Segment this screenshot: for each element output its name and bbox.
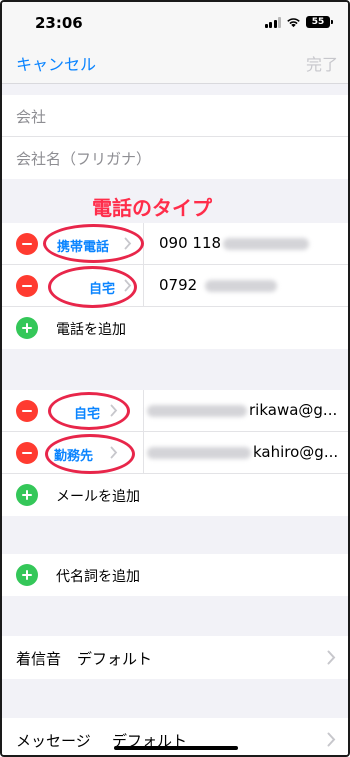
annotation-title: 電話のタイプ <box>92 196 212 220</box>
phone-number-field[interactable]: 090 118 <box>159 234 310 252</box>
ringtone-label: 着信音 <box>16 650 62 668</box>
delete-email-button[interactable] <box>16 400 38 422</box>
add-email-icon <box>16 484 38 506</box>
email-group: 自宅 rikawa@g... 勤務先 kahiro@g... メールを追加 <box>2 390 348 516</box>
phone-number-field[interactable]: 0792 <box>159 276 278 294</box>
email-row: 勤務先 kahiro@g... <box>2 432 348 474</box>
message-tone-group: メッセージ デフォルト <box>2 718 348 755</box>
phone-row: 携帯電話 090 118 <box>2 223 348 265</box>
ringtone-row[interactable]: 着信音 デフォルト <box>2 636 348 679</box>
ringtone-value: デフォルト <box>77 650 153 668</box>
chevron-right-icon <box>110 446 118 459</box>
company-group: 会社 会社名（フリガナ） <box>2 95 348 179</box>
phone-type-label[interactable]: 携帯電話 <box>57 236 109 255</box>
divider <box>143 265 144 307</box>
redacted-text <box>223 237 310 250</box>
chevron-right-icon <box>124 237 132 250</box>
divider <box>143 223 144 265</box>
redacted-text <box>147 404 247 417</box>
redacted-text <box>147 446 251 459</box>
add-phone-row[interactable]: 電話を追加 <box>2 307 348 349</box>
company-kana-field[interactable]: 会社名（フリガナ） <box>2 137 348 179</box>
cancel-button[interactable]: キャンセル <box>16 51 96 75</box>
message-tone-row[interactable]: メッセージ デフォルト <box>2 718 348 755</box>
ringtone-group: 着信音 デフォルト <box>2 636 348 679</box>
status-icons: 55 <box>264 16 333 28</box>
chevron-right-icon <box>110 404 118 417</box>
battery-icon: 55 <box>306 16 333 28</box>
phone-group: 携帯電話 090 118 自宅 0792 電話を追加 <box>2 223 348 349</box>
email-type-label[interactable]: 勤務先 <box>54 445 93 464</box>
chevron-right-icon <box>327 732 336 747</box>
message-tone-label: メッセージ <box>16 732 91 750</box>
add-phone-icon <box>16 317 38 339</box>
chevron-right-icon <box>124 279 132 292</box>
status-bar: 23:06 55 <box>2 2 348 42</box>
status-time: 23:06 <box>35 14 83 32</box>
phone-row: 自宅 0792 <box>2 265 348 307</box>
wifi-icon <box>287 18 300 28</box>
home-indicator <box>114 746 238 750</box>
divider <box>143 390 144 432</box>
delete-phone-button[interactable] <box>16 233 38 255</box>
nav-bar: キャンセル 完了 <box>2 42 348 84</box>
phone-screen: 23:06 55 キャンセル 完了 会社 会社名（フリガナ） 電話のタイプ 携帯… <box>0 0 350 757</box>
company-kana-placeholder: 会社名（フリガナ） <box>16 150 152 168</box>
email-type-label[interactable]: 自宅 <box>74 403 100 422</box>
pronoun-group: 代名詞を追加 <box>2 554 348 596</box>
delete-email-button[interactable] <box>16 442 38 464</box>
phone-type-label[interactable]: 自宅 <box>89 278 115 297</box>
redacted-text <box>205 279 278 292</box>
company-placeholder: 会社 <box>16 108 47 126</box>
email-row: 自宅 rikawa@g... <box>2 390 348 432</box>
done-button[interactable]: 完了 <box>306 51 338 75</box>
divider <box>143 432 144 474</box>
email-field[interactable]: kahiro@g... <box>147 443 338 461</box>
add-phone-label: 電話を追加 <box>56 322 126 338</box>
company-field[interactable]: 会社 <box>2 95 348 137</box>
cellular-signal-icon <box>264 16 281 28</box>
add-pronoun-row[interactable]: 代名詞を追加 <box>2 554 348 596</box>
chevron-right-icon <box>327 650 336 665</box>
add-pronoun-label: 代名詞を追加 <box>56 569 140 585</box>
add-email-label: メールを追加 <box>56 489 140 505</box>
email-field[interactable]: rikawa@g... <box>147 401 337 419</box>
add-pronoun-icon <box>16 564 38 586</box>
add-email-row[interactable]: メールを追加 <box>2 474 348 516</box>
delete-phone-button[interactable] <box>16 275 38 297</box>
